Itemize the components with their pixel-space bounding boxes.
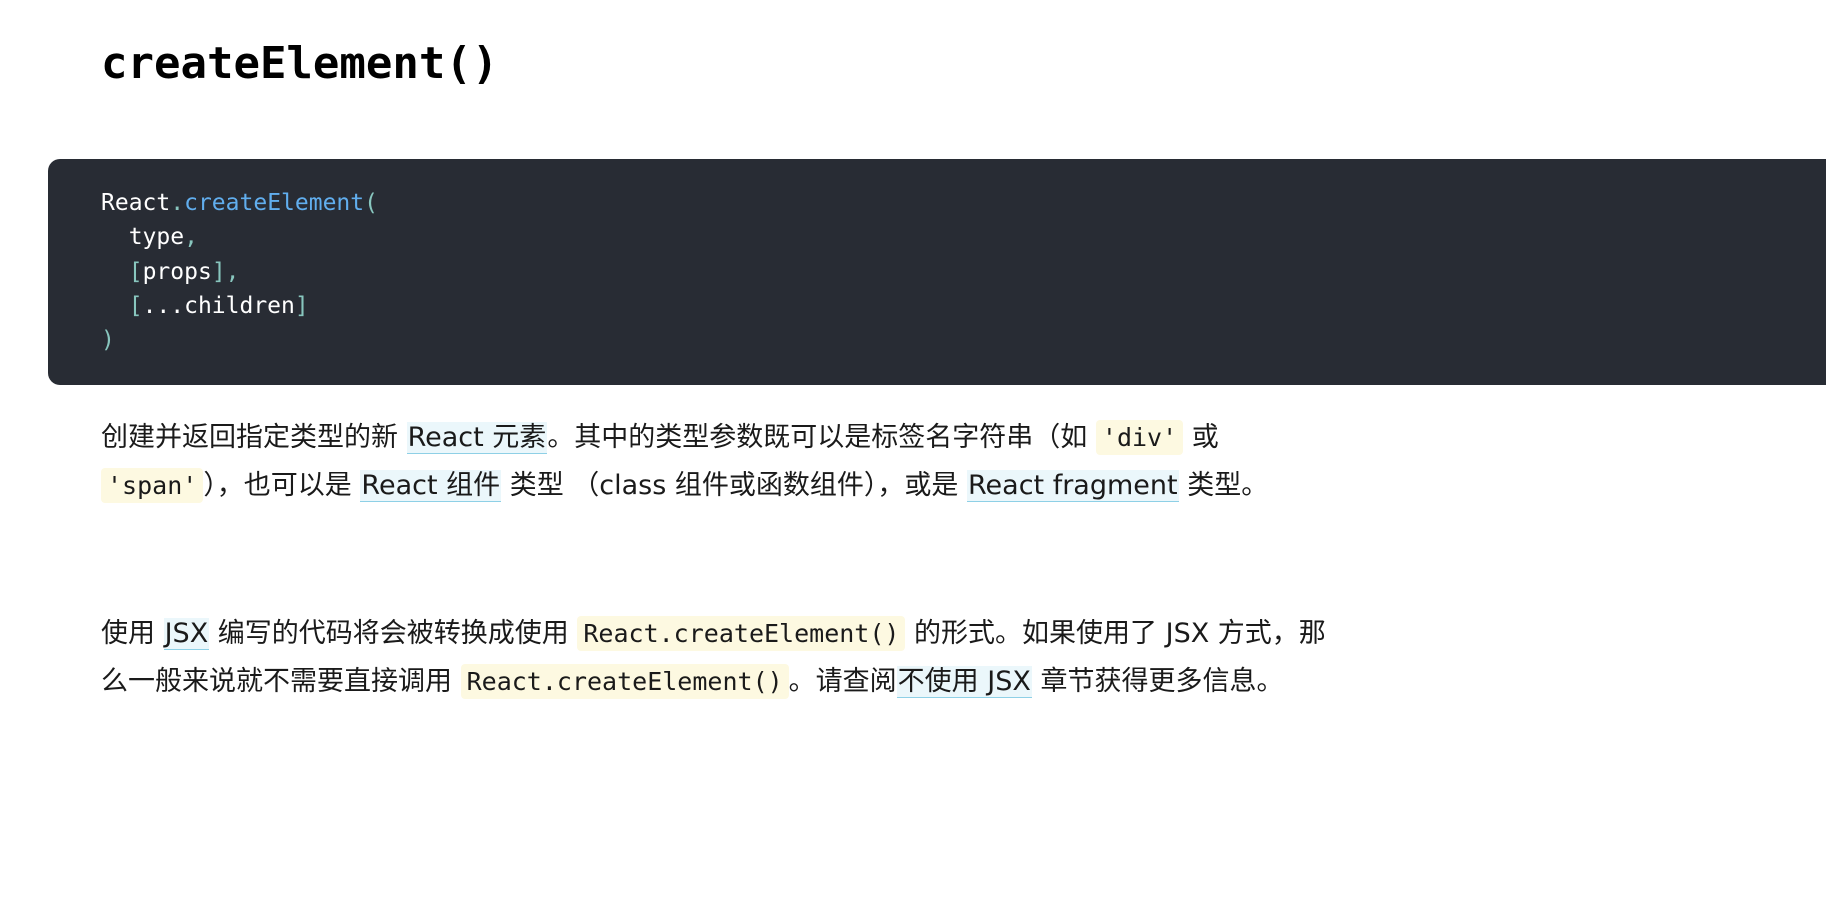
- paragraph-text: 编写的代码将会被转换成使用: [209, 618, 578, 649]
- paragraph-text: 。其中的类型参数既可以是标签名字符串（如: [547, 422, 1096, 453]
- page-title: createElement(): [101, 38, 499, 89]
- code-token-plain: ...children: [142, 292, 295, 319]
- paragraph-jsx-note: 使用 JSX 编写的代码将会被转换成使用 React.createElement…: [101, 610, 1331, 706]
- code-line: React.createElement(: [101, 186, 1826, 220]
- code-line: type,: [101, 220, 1826, 254]
- code-token-punct: [: [128, 258, 143, 285]
- paragraph-text: 使用: [101, 618, 164, 649]
- inline-code-create-element: React.createElement(): [460, 664, 789, 699]
- code-token-punct: (: [364, 190, 378, 216]
- inline-code-create-element: React.createElement(): [577, 616, 906, 651]
- code-token-plain: React: [101, 190, 171, 216]
- code-token-punct: ]: [211, 258, 226, 285]
- code-token-punct: ]: [294, 292, 309, 319]
- react-component-link[interactable]: React 组件: [360, 470, 502, 502]
- react-element-link[interactable]: React 元素: [406, 422, 548, 454]
- code-token-punct: [: [128, 292, 143, 319]
- code-token-punct: .: [170, 190, 185, 216]
- code-token-ws: [101, 259, 129, 285]
- code-line: [props],: [101, 255, 1826, 289]
- inline-code-span: 'span': [101, 468, 204, 503]
- paragraph-text: ），也可以是: [203, 470, 361, 501]
- code-token-punct: ,: [184, 224, 198, 251]
- react-fragment-link[interactable]: React fragment: [966, 470, 1179, 502]
- paragraph-text: 章节获得更多信息。: [1031, 666, 1284, 697]
- code-token-ws: [101, 293, 129, 319]
- code-token-method: createElement: [184, 190, 365, 216]
- code-block: React.createElement( type, [props], [...…: [48, 159, 1826, 385]
- code-token-ws: [101, 224, 129, 250]
- code-line: ): [101, 323, 1826, 357]
- code-token-plain: type: [128, 224, 185, 251]
- paragraph-text: 类型。: [1178, 470, 1269, 501]
- paragraph-text: 。请查阅: [788, 666, 897, 697]
- code-token-punct: ,: [225, 258, 240, 285]
- paragraph-text: 或: [1183, 422, 1219, 453]
- jsx-link[interactable]: JSX: [163, 618, 210, 650]
- code-line: [...children]: [101, 289, 1826, 323]
- code-token-punct: ): [101, 327, 115, 354]
- without-jsx-link[interactable]: 不使用 JSX: [896, 666, 1032, 698]
- paragraph-text: 创建并返回指定类型的新: [101, 422, 407, 453]
- code-token-plain: props: [142, 258, 212, 285]
- inline-code-div: 'div': [1095, 420, 1184, 455]
- paragraph-description: 创建并返回指定类型的新 React 元素。其中的类型参数既可以是标签名字符串（如…: [101, 414, 1331, 510]
- paragraph-text: 类型 （class 组件或函数组件），或是: [501, 470, 967, 501]
